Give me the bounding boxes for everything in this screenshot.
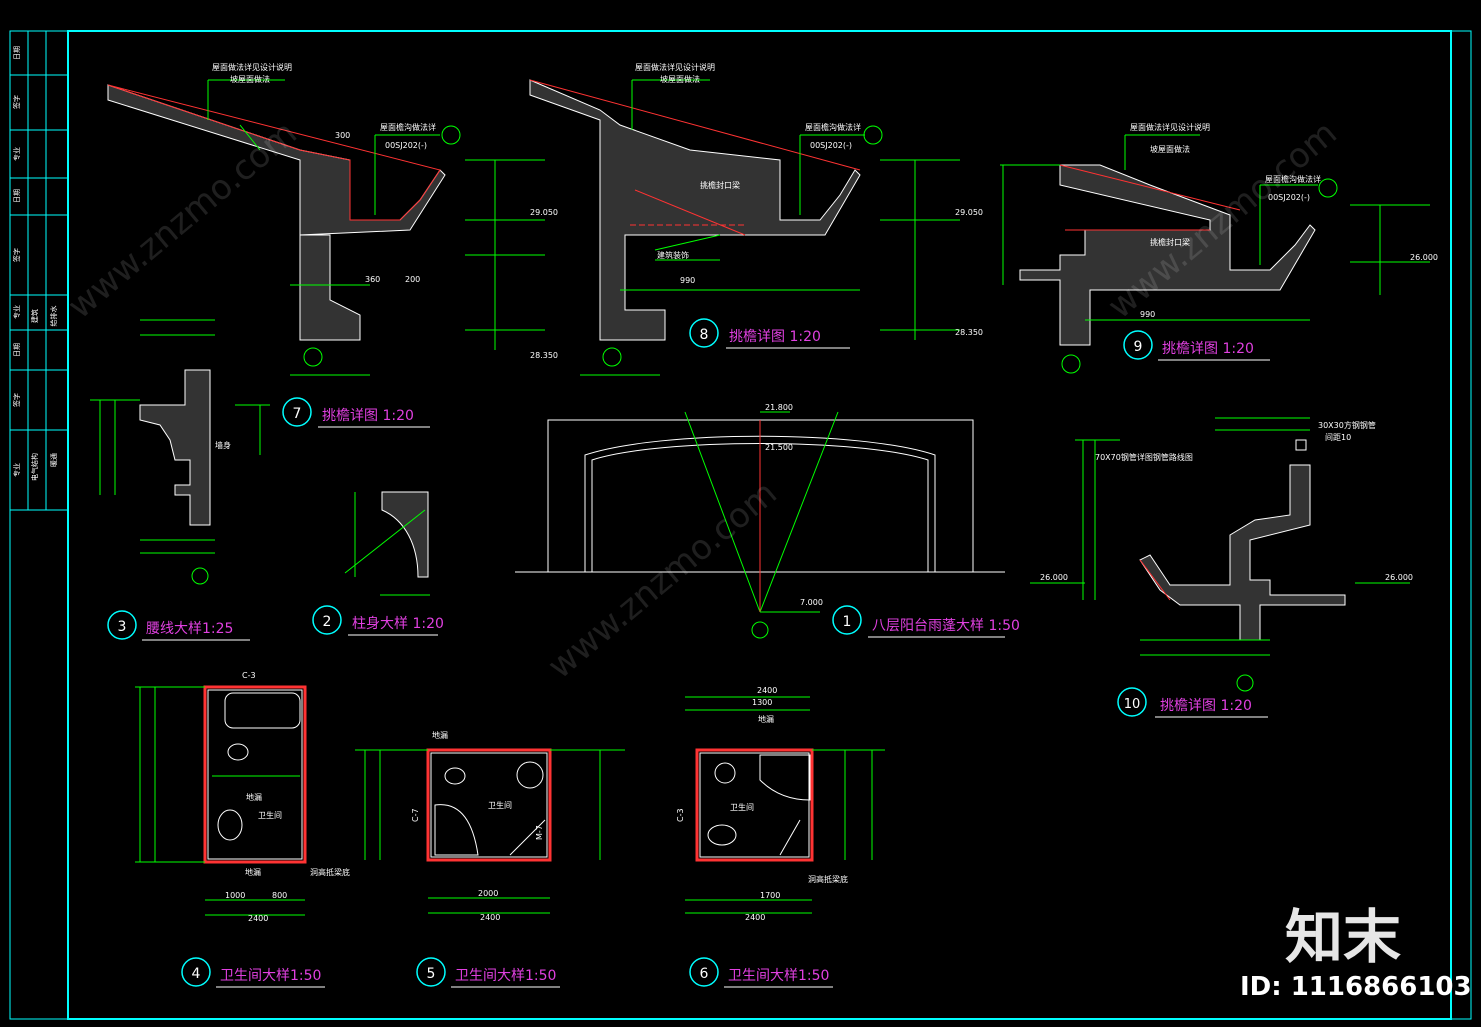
detail-4-number: 4 [192,966,201,982]
title-block-cell: 建筑 [30,309,39,323]
detail-4-title: 卫生间大样1:50 [220,968,321,984]
note-roof-a-9: 屋面做法详见设计说明 [1130,122,1210,132]
note-std: 00SJ202(-) [385,141,427,150]
detail-1-title: 八层阳台雨蓬大样 1:50 [872,618,1020,634]
note-c3-4: C-3 [242,671,256,680]
note-pipe-b: 间距10 [1325,433,1351,442]
note-roof-b: 坡屋面做法 [230,74,270,84]
note-wc-4: 卫生间 [258,810,282,820]
detail-2-title: 柱身大样 1:20 [352,616,444,632]
note-floor-drain-6: 地漏 [758,714,774,724]
note-floor-drain-4: 地漏 [246,792,262,802]
note-m7-5: M-7 [535,825,544,840]
note-wc-6: 卫生间 [730,802,754,812]
note-roof-a: 屋面做法详见设计说明 [212,62,292,72]
note-c3-6: C-3 [676,808,685,822]
detail-4-bathroom: C-3 地漏 卫生间 地漏 洞高抵梁底 1000 800 2400 [135,671,350,923]
detail-8-number: 8 [700,327,709,343]
title-block-cell: 专业 [12,305,21,319]
dim-1900-4: 2400 [248,914,268,923]
note-roof-a-8: 屋面做法详见设计说明 [635,62,715,72]
elev-21500: 21.500 [765,443,793,452]
title-block-cell: 日期 [13,189,21,203]
dim-1700-6: 1700 [760,891,780,900]
title-block-cell: 日期 [13,46,21,60]
note-gutter-8: 屋面檐沟做法详 [805,122,861,132]
title-block-cell: 结构 [30,453,39,467]
note-wall: 墙身 [215,440,231,450]
dim-300: 300 [335,131,350,140]
note-pipe: 30X30方钢钢管 [1318,420,1376,430]
elev-21800: 21.800 [765,403,793,412]
dim-2400-5: 2400 [480,913,500,922]
dim-2400-6top: 2400 [757,686,777,695]
note-roof-b-9: 坡屋面做法 [1150,144,1190,154]
detail-2-number: 2 [323,614,332,630]
note-wc-5: 卫生间 [488,800,512,810]
detail-5-title: 卫生间大样1:50 [455,968,556,984]
dim-360: 360 [365,275,380,284]
detail-3-cornice: 墙身 [90,319,270,585]
title-block-cell: 签字 [12,393,21,407]
watermark-id: ID: 1116866103 [1240,972,1472,1002]
detail-5-number: 5 [427,966,436,982]
elev-28350: 28.350 [530,351,558,360]
detail-2-column [344,491,430,596]
detail-1-number: 1 [843,614,852,630]
title-block-cell: 日期 [13,343,21,357]
note-beam-4: 洞高抵梁底 [310,867,350,877]
detail-9-title: 挑檐详图 1:20 [1162,341,1254,357]
dim-800-4: 800 [272,891,287,900]
detail-10-eave: 30X30方钢钢管 间距10 70X70钢管详图钢管路线图 26.000 26.… [1030,417,1413,692]
detail-6-title: 卫生间大样1:50 [728,968,829,984]
detail-3-number: 3 [118,619,127,635]
dim-1300-6: 1300 [752,698,772,707]
elev-26000-10b: 26.000 [1385,573,1413,582]
note-beam-6: 洞高抵梁底 [808,874,848,884]
dim-990-8: 990 [680,276,695,285]
elev-26000-10a: 26.000 [1040,573,1068,582]
note-eave-beam-8: 挑檐封口梁 [700,180,740,190]
note-c7-5: C-7 [411,808,420,822]
detail-7-title: 挑檐详图 1:20 [322,408,414,424]
elev-7000: 7.000 [800,598,823,607]
dim-1000-4: 1000 [225,891,245,900]
dim-200: 200 [405,275,420,284]
title-block-cell: 专业 [12,463,21,477]
detail-10-title: 挑檐详图 1:20 [1160,698,1252,714]
detail-6-number: 6 [700,966,709,982]
title-block-cell: 签字 [12,95,21,109]
elev-29050-8: 29.050 [955,208,983,217]
detail-7-number: 7 [293,406,302,422]
note-floor-drain-4b: 地漏 [245,867,261,877]
detail-6-bathroom: 地漏 卫生间 C-3 洞高抵梁底 2400 1300 1700 2400 [676,686,885,922]
elev-28350-8: 28.350 [955,328,983,337]
note-std-8: 00SJ202(-) [810,141,852,150]
detail-3-title: 腰线大样1:25 [146,621,233,637]
note-lintel-8: 建筑装饰 [657,250,689,260]
watermark-brand: 知末 [1285,903,1402,971]
title-block-cell: 给排水 [49,306,58,327]
note-steel: 70X70钢管详图钢管路线图 [1095,452,1193,462]
elev-26000-9: 26.000 [1410,253,1438,262]
detail-9-number: 9 [1134,339,1143,355]
title-block-cell: 电气 [30,467,39,481]
dim-2000-5: 2000 [478,889,498,898]
detail-5-bathroom: 地漏 卫生间 C-7 M-7 2000 2400 [355,730,625,922]
dim-2400-6: 2400 [745,913,765,922]
detail-8-title: 挑檐详图 1:20 [729,329,821,345]
elev-29050: 29.050 [530,208,558,217]
title-block-cell: 暖通 [49,453,58,467]
note-floor-drain-5: 地漏 [432,730,448,740]
title-block-cell: 专业 [12,147,21,161]
note-gutter: 屋面檐沟做法详 [380,122,436,132]
detail-10-number: 10 [1124,697,1141,712]
title-block-cell: 签字 [12,248,21,262]
note-roof-b-8: 坡屋面做法 [660,74,700,84]
